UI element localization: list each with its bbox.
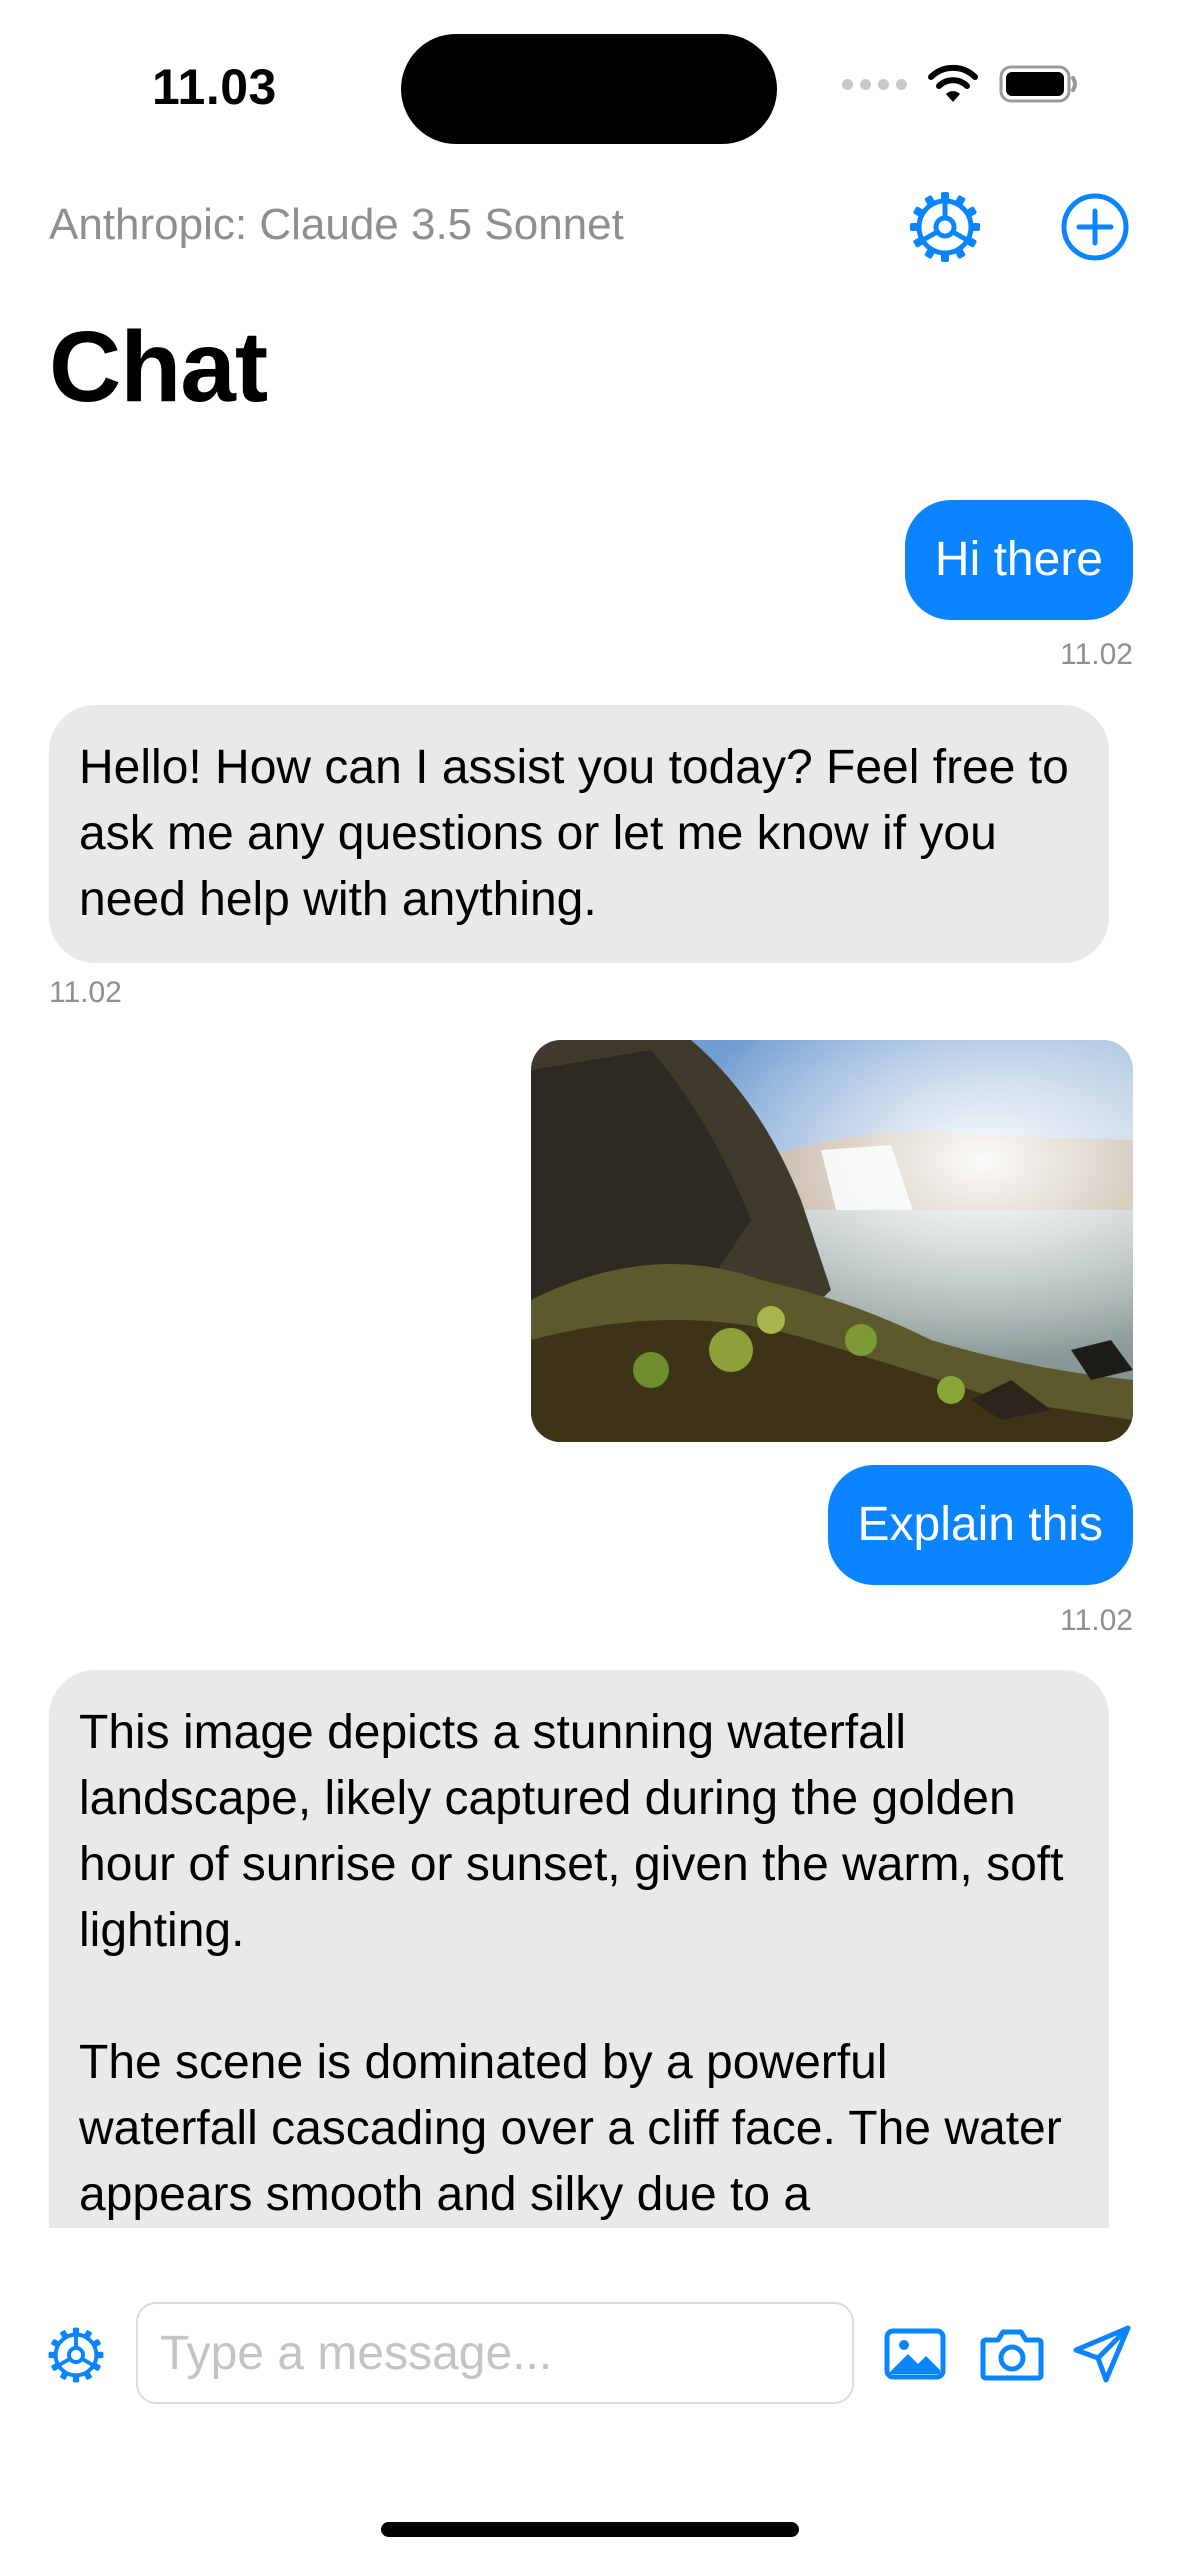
message-text: Explain this: [857, 1498, 1103, 1551]
message-text: Hello! How can I assist you today? Feel …: [79, 741, 1069, 926]
send-icon[interactable]: [1072, 2324, 1132, 2384]
model-label[interactable]: Anthropic: Claude 3.5 Sonnet: [49, 200, 624, 250]
photo-library-icon[interactable]: [884, 2328, 946, 2380]
status-time: 11.03: [152, 59, 277, 115]
message-text: Hi there: [934, 533, 1103, 586]
message-composer: [0, 2228, 1179, 2428]
home-indicator[interactable]: [381, 2522, 799, 2537]
status-icons: [842, 64, 1079, 104]
camera-icon[interactable]: [980, 2326, 1044, 2382]
message-list[interactable]: Hi there 11.02 Hello! How can I assist y…: [0, 480, 1179, 2228]
user-message-bubble[interactable]: Hi there: [904, 500, 1133, 620]
status-bar: 11.03: [0, 0, 1179, 175]
message-timestamp: 11.02: [1060, 638, 1133, 671]
cellular-signal-icon: [842, 78, 907, 90]
page-title: Chat: [49, 311, 268, 423]
message-paragraph: This image depicts a stunning waterfall …: [79, 1706, 1064, 1957]
message-timestamp: 11.02: [1060, 1604, 1133, 1637]
plus-circle-icon[interactable]: [1058, 190, 1132, 264]
assistant-message-bubble[interactable]: Hello! How can I assist you today? Feel …: [49, 705, 1109, 963]
assistant-message-bubble[interactable]: This image depicts a stunning waterfall …: [49, 1670, 1109, 2228]
waterfall-landscape-photo[interactable]: [531, 1040, 1133, 1442]
dynamic-island: [401, 34, 777, 144]
gear-icon[interactable]: [908, 190, 982, 264]
message-input[interactable]: [136, 2302, 854, 2404]
wifi-icon: [928, 64, 978, 102]
message-timestamp: 11.02: [49, 976, 122, 1009]
gear-icon[interactable]: [47, 2326, 105, 2384]
user-message-bubble[interactable]: Explain this: [827, 1465, 1133, 1585]
battery-icon: [999, 65, 1077, 103]
message-paragraph: The scene is dominated by a powerful wat…: [79, 2036, 1062, 2221]
